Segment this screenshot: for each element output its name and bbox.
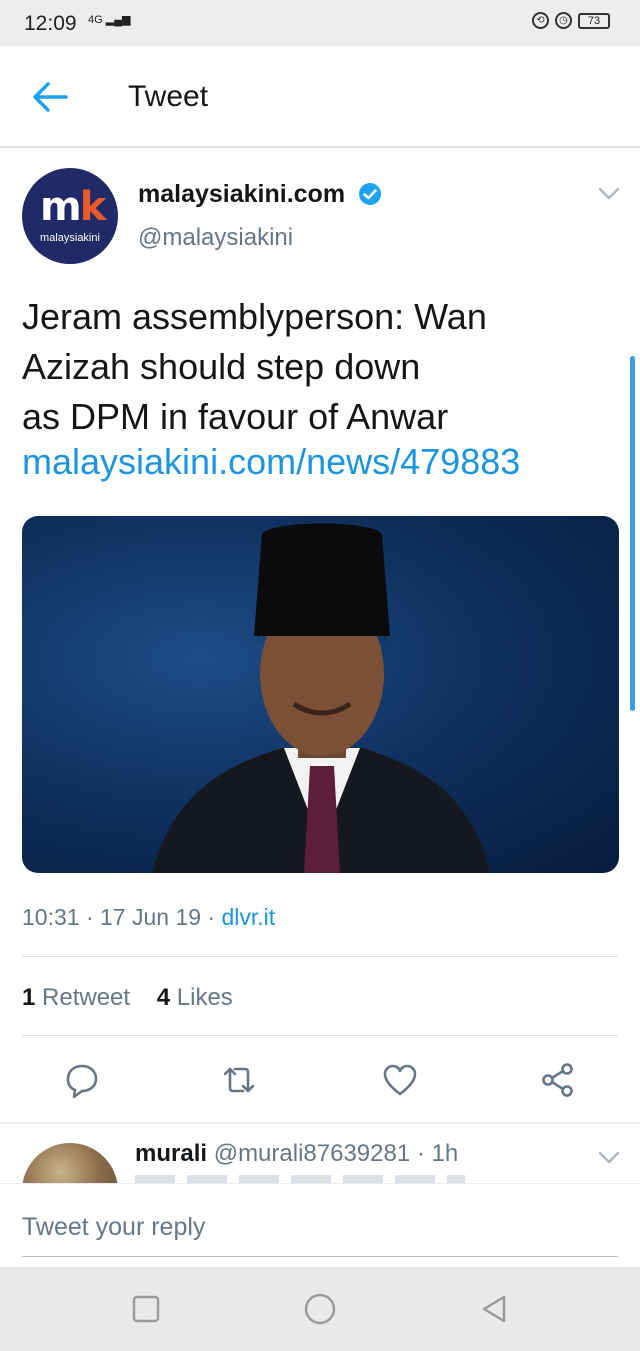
likes-label: Likes	[176, 984, 233, 1011]
like-icon[interactable]	[380, 1060, 420, 1100]
system-nav-bar	[0, 1267, 640, 1351]
tweet-source[interactable]: dlvr.it	[222, 904, 276, 930]
chevron-down-icon[interactable]	[597, 186, 621, 202]
reply-author-handle: @murali87639281	[213, 1140, 411, 1167]
logo-m: m	[40, 184, 82, 230]
tweet-time: 10:31	[22, 904, 80, 930]
signal-icon: 4G ▂▄▆	[88, 14, 131, 26]
reply-header[interactable]: murali @murali87639281 · 1h	[135, 1140, 458, 1168]
retweets-label: Retweet	[42, 984, 131, 1011]
app-bar: Tweet	[0, 46, 640, 148]
tweet-meta: 10:31 · 17 Jun 19 · dlvr.it	[22, 904, 276, 930]
reply-input[interactable]	[22, 1198, 618, 1257]
avatar-logo-text: malaysiakini	[40, 232, 100, 244]
scrollbar[interactable]	[630, 356, 635, 711]
status-bar: 12:09 4G ▂▄▆ ⟲ ◷ 73	[0, 0, 640, 46]
section-separator	[0, 1122, 640, 1124]
retweet-icon[interactable]	[219, 1060, 259, 1100]
likes-stat[interactable]: 4 Likes	[157, 984, 233, 1011]
reply-bar	[0, 1183, 640, 1267]
back-button[interactable]	[30, 80, 70, 114]
lock-rotation-icon: ⟲	[532, 12, 549, 29]
avatar-image	[22, 1143, 118, 1183]
battery-level: 73	[587, 14, 601, 27]
avatar-logo: mk	[40, 184, 107, 230]
divider	[22, 1035, 618, 1036]
tweet-text-line: Jeram assemblyperson: Wan	[22, 296, 487, 337]
portrait-photo	[152, 523, 490, 873]
tweet-date: 17 Jun 19	[100, 904, 202, 930]
logo-k: k	[79, 184, 107, 230]
tweet-text-line: Azizah should step down	[22, 346, 421, 387]
author-avatar[interactable]: mk malaysiakini	[22, 168, 118, 264]
reply-time: 1h	[431, 1140, 459, 1167]
tweet-link[interactable]: malaysiakini.com/news/479883	[22, 442, 520, 482]
retweets-count: 1	[22, 984, 36, 1011]
status-time: 12:09	[24, 12, 77, 35]
recents-icon[interactable]	[128, 1291, 164, 1327]
reply-author-name: murali	[135, 1140, 208, 1167]
author-display-name[interactable]: malaysiakini.com	[138, 180, 345, 209]
tweet-text: Jeram assemblyperson: Wan Azizah should …	[22, 292, 622, 442]
reply-icon[interactable]	[62, 1060, 102, 1100]
tweet-image[interactable]	[22, 516, 619, 873]
author-handle[interactable]: @malaysiakini	[138, 224, 293, 252]
network-type: 4G	[88, 14, 103, 26]
tweet-stats: 1 Retweet 4 Likes	[22, 984, 233, 1012]
likes-count: 4	[156, 984, 171, 1011]
divider	[22, 956, 618, 957]
tweet-text-line: as DPM in favour of Anwar	[22, 396, 449, 437]
page-title: Tweet	[128, 80, 209, 113]
battery-icon: 73	[578, 12, 610, 29]
verified-badge-icon	[359, 183, 381, 205]
status-icons: ⟲ ◷ 73	[532, 12, 610, 29]
chevron-down-icon[interactable]	[597, 1150, 621, 1166]
reply-text-cutoff	[135, 1175, 465, 1183]
home-icon[interactable]	[302, 1291, 338, 1327]
share-icon[interactable]	[538, 1060, 578, 1100]
alarm-icon: ◷	[555, 12, 572, 29]
back-nav-icon[interactable]	[476, 1291, 512, 1327]
reply-avatar[interactable]	[22, 1143, 118, 1183]
retweets-stat[interactable]: 1 Retweet	[22, 984, 130, 1011]
